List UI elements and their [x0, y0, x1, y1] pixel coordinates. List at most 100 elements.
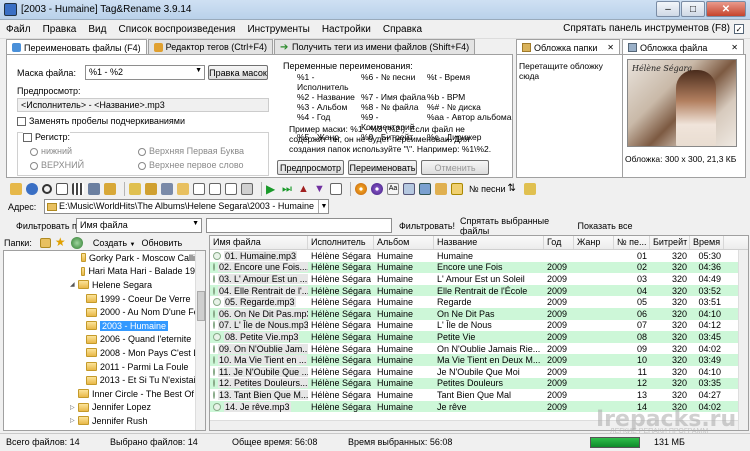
grid-scrollbar[interactable] — [738, 250, 748, 430]
sort-icon[interactable]: ⇅ — [508, 183, 520, 195]
expand-arrow-icon[interactable]: ▷ — [70, 417, 78, 424]
menu-file[interactable]: Файл — [0, 24, 37, 35]
menu-tools[interactable]: Инструменты — [241, 24, 315, 35]
preview-button[interactable]: Предпросмотр — [277, 160, 344, 175]
find-replace-icon[interactable] — [161, 183, 173, 195]
tree-item[interactable]: Inner Circle - The Best Of — [4, 387, 205, 401]
chevron-down-icon[interactable]: ▼ — [318, 200, 329, 213]
database-icon[interactable] — [419, 183, 431, 195]
table-row[interactable]: 07. L' Île de Nous.mp3 Hélène Ségara Humai… — [210, 320, 748, 332]
tree-item[interactable]: Hari Mata Hari - Balade 1992 — [4, 265, 205, 279]
tree-item[interactable]: 2006 - Quand l'eternite — [4, 333, 205, 347]
numbering-icon[interactable] — [451, 183, 463, 195]
maximize-button[interactable]: □ — [681, 1, 705, 17]
table-row[interactable]: 02. Encore une Fois.... Hélène Ségara Huma… — [210, 261, 748, 274]
rename-button[interactable]: Переименовать — [348, 160, 417, 175]
close-button[interactable]: ✕ — [706, 1, 746, 17]
menu-edit[interactable]: Правка — [37, 24, 83, 35]
hide-toolbar-toggle[interactable]: Спрятать панель инструментов (F8) ✓ — [563, 23, 744, 34]
case-lower-radio[interactable]: нижний — [30, 146, 72, 156]
table-row[interactable]: 11. Je N'Oubile Que ... Hélène Ségara Huma… — [210, 366, 748, 378]
table-row[interactable]: 01. Humaine.mp3 Hélène Ségara Humaine Humai… — [210, 250, 748, 262]
scroll-thumb[interactable] — [197, 291, 205, 321]
tab-folder-cover[interactable]: Обложка папки ✕ — [516, 39, 620, 55]
convert-icon[interactable] — [403, 183, 415, 195]
replace-spaces-checkbox[interactable]: Заменять пробелы подчеркиваниями — [17, 116, 185, 127]
search-icon[interactable] — [42, 184, 52, 194]
table-row[interactable]: 08. Petite Vie.mp3 Hélène Ségara Humaine Pe… — [210, 331, 748, 343]
minimize-button[interactable]: – — [656, 1, 680, 17]
down-icon[interactable]: ▼ — [314, 183, 326, 195]
tag-icon[interactable] — [104, 183, 116, 195]
table-row[interactable]: 09. On N'Oublie Jam... Hélène Ségara Humai… — [210, 343, 748, 355]
copy-icon[interactable] — [193, 183, 205, 195]
chevron-down-icon[interactable]: ▼ — [195, 67, 202, 74]
tab-tag-editor[interactable]: Редактор тегов (Ctrl+F4) — [147, 39, 274, 54]
filter-text-input[interactable] — [206, 218, 392, 233]
tab-file-cover[interactable]: Обложка файла ✕ — [622, 39, 744, 55]
show-all-button[interactable]: Показать все — [574, 218, 636, 233]
cd-icon[interactable] — [355, 183, 367, 195]
tree-item[interactable]: 1999 - Coeur De Verre — [4, 292, 205, 306]
hide-selected-button[interactable]: Спрятать выбранные файлы — [460, 216, 572, 236]
cancel-button[interactable]: Отменить — [421, 160, 489, 175]
table-row[interactable]: 05. Regarde.mp3 Hélène Ségara Humaine Regar… — [210, 296, 748, 308]
column-header[interactable]: Альбом — [374, 236, 434, 249]
case-title-radio[interactable]: Верхняя Первая Буква — [138, 146, 244, 156]
tree-item[interactable]: ▷ Jennifer Lopez — [4, 401, 205, 415]
column-header[interactable]: № пе... — [614, 236, 650, 249]
tree-item[interactable]: 2011 - Parmi La Foule — [4, 360, 205, 374]
grid-icon[interactable] — [72, 183, 84, 195]
tree-scrollbar[interactable] — [195, 251, 205, 430]
table-row[interactable]: 10. Ma Vie Tient en ... Hélène Ségara Huma… — [210, 354, 748, 366]
paste-icon[interactable] — [209, 183, 221, 195]
tree-item[interactable]: 2013 - Et Si Tu N'existais I — [4, 373, 205, 387]
tree-item[interactable]: ▷ Jennifer Rush — [4, 414, 205, 428]
up-icon[interactable]: ▲ — [298, 183, 310, 195]
menu-settings[interactable]: Настройки — [316, 24, 377, 35]
column-header[interactable]: Битрейт — [650, 236, 690, 249]
folder-up-icon[interactable] — [39, 237, 51, 248]
menu-view[interactable]: Вид — [82, 24, 112, 35]
list-icon[interactable] — [330, 183, 342, 195]
refresh-button[interactable]: Обновить — [142, 238, 183, 248]
play-icon[interactable]: ▶ — [266, 183, 278, 195]
tag-icon[interactable] — [523, 183, 536, 195]
refresh-icon[interactable] — [26, 183, 38, 195]
close-icon[interactable]: ✕ — [731, 43, 738, 52]
column-header[interactable]: Год — [544, 236, 574, 249]
column-header[interactable]: Название — [434, 236, 544, 249]
close-icon[interactable]: ✕ — [607, 43, 614, 52]
column-header[interactable]: Исполнитель — [308, 236, 374, 249]
column-header[interactable]: Имя файла — [210, 236, 308, 249]
next-icon[interactable]: ⏭ — [282, 183, 294, 195]
case-toggle[interactable]: Регистр: — [23, 132, 71, 143]
table-row[interactable]: 12. Petites Douleurs.... Hélène Ségara Hum… — [210, 377, 748, 390]
edit-icon[interactable] — [129, 183, 141, 195]
tab-rename-files[interactable]: Переименовать файлы (F4) — [6, 39, 147, 55]
document-icon[interactable] — [225, 183, 237, 195]
star-icon[interactable]: ★ — [55, 236, 67, 249]
tree-item[interactable]: ◢ Helene Segara — [4, 278, 205, 292]
filter-button[interactable]: Фильтровать! — [396, 218, 458, 233]
case-upper-radio[interactable]: ВЕРХНИЙ — [30, 160, 84, 170]
menu-playlist[interactable]: Список воспроизведения — [112, 24, 241, 35]
tree-item[interactable]: 2003 - Humaine — [4, 319, 205, 333]
table-row[interactable]: 13. Tant Bien Que M... Hélène Ségara Humai… — [210, 389, 748, 401]
filter-field-select[interactable]: Имя файла ▼ — [76, 218, 202, 233]
address-input[interactable]: E:\Music\WorldHits\The Albums\Helene Seg… — [44, 199, 329, 214]
album-cover-image[interactable]: Hélène Ségara — [627, 59, 737, 147]
save-icon[interactable] — [88, 183, 100, 195]
column-header[interactable]: Жанр — [574, 236, 614, 249]
case-sentence-radio[interactable]: Верхнее первое слово — [138, 160, 244, 170]
playlist-icon[interactable] — [241, 183, 253, 195]
open-folder-icon[interactable] — [10, 183, 22, 195]
tag-copy-icon[interactable] — [435, 183, 447, 195]
edit-masks-button[interactable]: Правка масок — [208, 65, 268, 80]
table-row[interactable]: 04. Elle Rentrait de l'... Hélène Ségara H… — [210, 284, 748, 297]
select-all-icon[interactable] — [56, 183, 68, 195]
create-button[interactable]: Создать ▼ — [93, 238, 136, 248]
folder-icon[interactable] — [177, 183, 189, 195]
case-icon[interactable]: Aa — [387, 183, 399, 195]
column-header[interactable]: Время — [690, 236, 724, 249]
